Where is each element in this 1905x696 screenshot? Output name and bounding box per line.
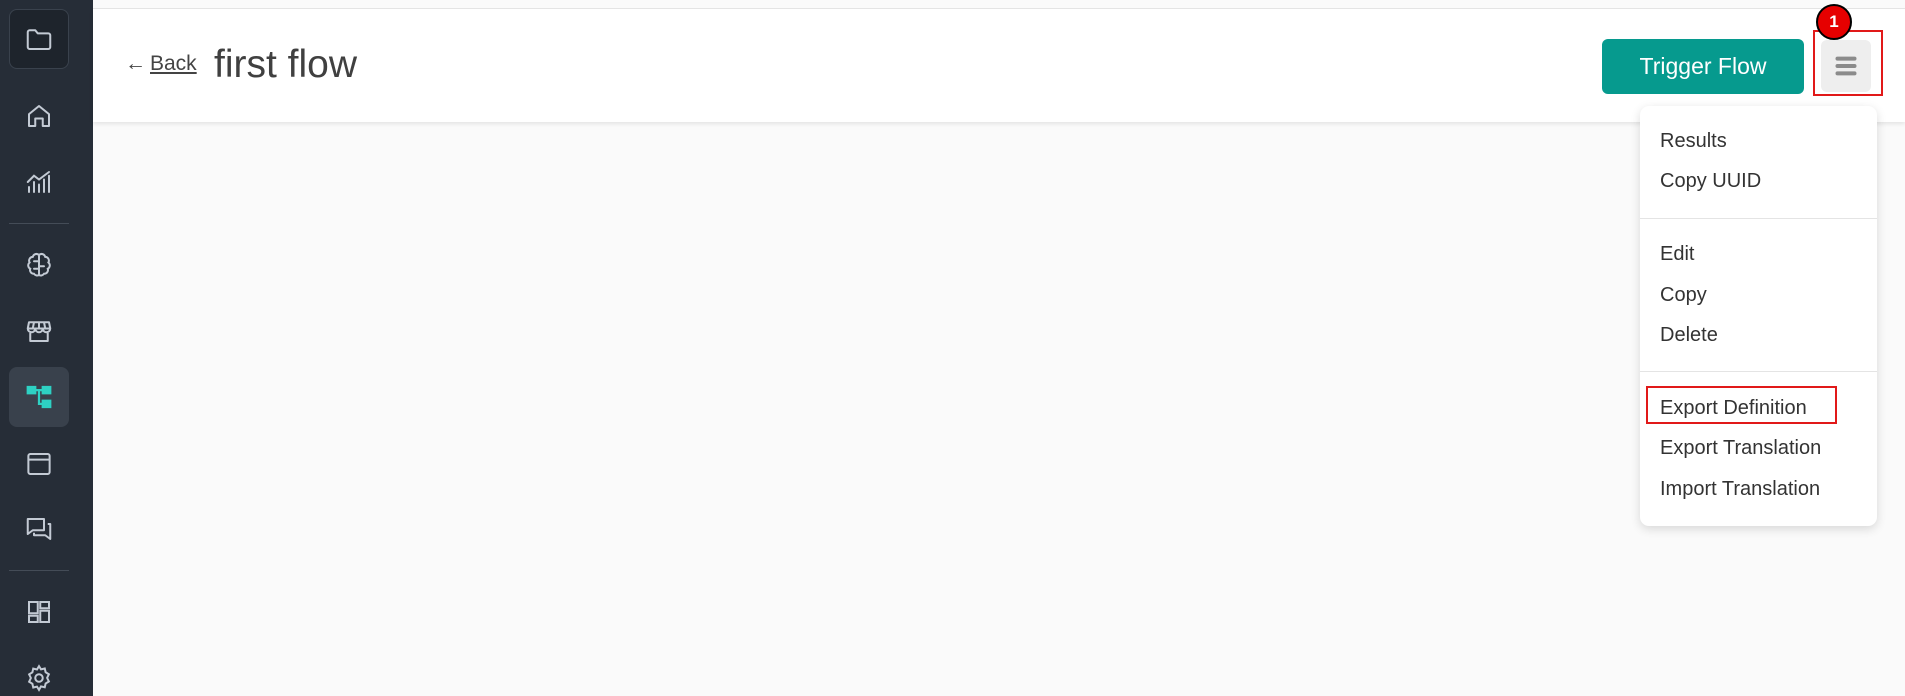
menu-item-import-translation[interactable]: Import Translation xyxy=(1660,478,1820,501)
actions-dropdown: Results Copy UUID Edit Copy Delete Expor… xyxy=(1640,106,1877,526)
menu-item-export-translation[interactable]: Export Translation xyxy=(1660,437,1821,460)
annotation-badge: 1 xyxy=(1816,4,1852,40)
back-link[interactable]: ← Back xyxy=(125,52,197,76)
menu-divider xyxy=(1640,218,1877,219)
window-icon[interactable] xyxy=(9,434,69,494)
sidebar-divider xyxy=(9,223,69,224)
settings-icon[interactable] xyxy=(9,648,69,696)
highlight-box-export-definition xyxy=(1646,386,1837,424)
back-arrow-icon: ← xyxy=(125,52,146,75)
menu-item-copy-uuid[interactable]: Copy UUID xyxy=(1660,170,1761,193)
back-label: Back xyxy=(150,52,197,75)
sidebar-divider xyxy=(9,570,69,571)
sidebar xyxy=(0,0,93,696)
menu-item-results[interactable]: Results xyxy=(1660,130,1727,153)
folder-icon[interactable] xyxy=(9,9,69,69)
menu-divider xyxy=(1640,371,1877,372)
menu-item-edit[interactable]: Edit xyxy=(1660,243,1694,266)
home-icon[interactable] xyxy=(9,86,69,146)
chat-icon[interactable] xyxy=(9,499,69,559)
analytics-icon[interactable] xyxy=(9,152,69,212)
menu-item-delete[interactable]: Delete xyxy=(1660,324,1718,347)
dashboard-icon[interactable] xyxy=(9,582,69,642)
page-title: first flow xyxy=(214,43,358,86)
store-icon[interactable] xyxy=(9,301,69,361)
trigger-flow-button[interactable]: Trigger Flow xyxy=(1602,39,1804,94)
menu-item-copy[interactable]: Copy xyxy=(1660,284,1707,307)
flows-icon[interactable] xyxy=(9,367,69,427)
brain-icon[interactable] xyxy=(9,235,69,295)
highlight-box-menu xyxy=(1813,30,1883,96)
